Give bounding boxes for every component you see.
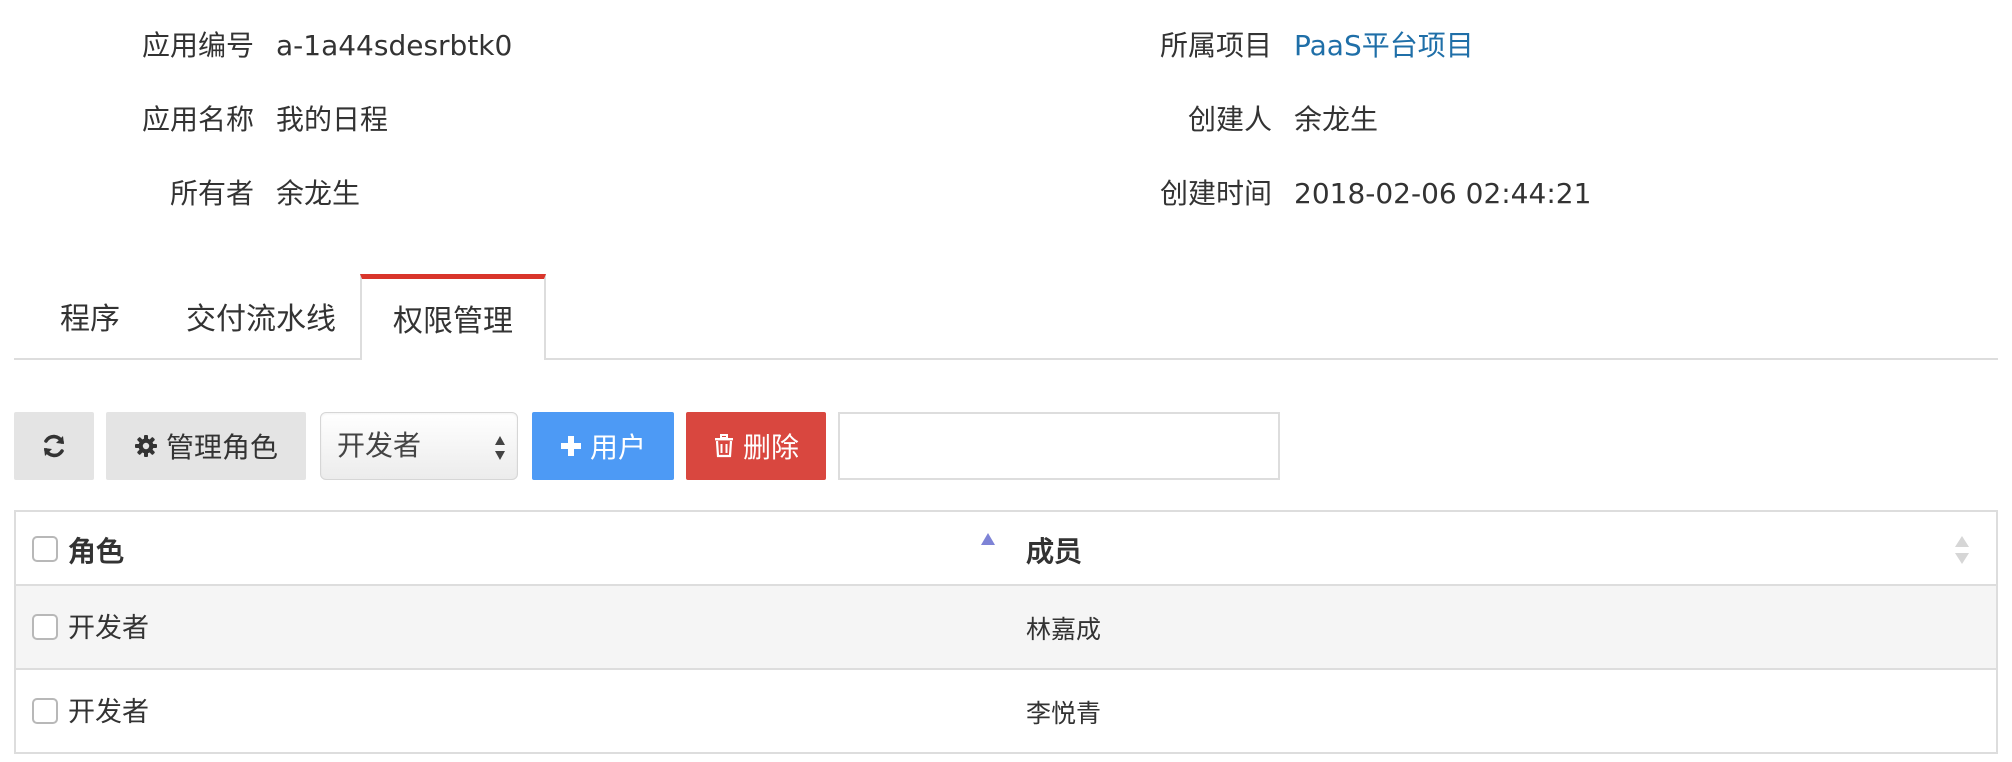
- refresh-button[interactable]: [14, 412, 94, 480]
- delete-button[interactable]: 删除: [686, 412, 826, 480]
- tab-program[interactable]: 程序: [32, 274, 148, 358]
- sort-both-icon[interactable]: [1954, 534, 1970, 566]
- row-checkbox[interactable]: [32, 698, 58, 724]
- app-name-label: 应用名称: [141, 103, 254, 136]
- column-header-role[interactable]: 角色: [68, 530, 124, 570]
- role-member-table: 角色 成员 开发者 林嘉成 开发者 李悦青: [14, 510, 1998, 754]
- owner-label: 所有者: [169, 177, 254, 210]
- select-arrows-icon: [495, 436, 505, 460]
- role-cell: 开发者: [68, 697, 149, 728]
- refresh-icon: [44, 434, 64, 458]
- role-select[interactable]: 开发者: [320, 412, 518, 480]
- member-cell: 林嘉成: [1026, 615, 1102, 644]
- tab-delivery-pipeline[interactable]: 交付流水线: [166, 274, 356, 358]
- created-at-label: 创建时间: [1159, 177, 1272, 210]
- search-input[interactable]: [838, 412, 1280, 480]
- table-header: 角色 成员: [16, 512, 1996, 586]
- member-cell: 李悦青: [1026, 699, 1102, 728]
- role-cell: 开发者: [68, 613, 149, 644]
- manage-roles-button[interactable]: 管理角色: [106, 412, 306, 480]
- app-name-value: 我的日程: [276, 103, 389, 136]
- row-checkbox[interactable]: [32, 614, 58, 640]
- select-all-checkbox[interactable]: [32, 536, 58, 562]
- table-row[interactable]: 开发者 李悦青: [16, 670, 1996, 752]
- project-label: 所属项目: [1159, 29, 1272, 62]
- tab-permission-management[interactable]: 权限管理: [360, 274, 546, 360]
- table-row[interactable]: 开发者 林嘉成: [16, 586, 1996, 670]
- add-user-label: 用户: [589, 431, 646, 464]
- plus-icon: [560, 436, 581, 456]
- add-user-button[interactable]: 用户: [532, 412, 674, 480]
- owner-value: 余龙生: [276, 177, 361, 210]
- creator-label: 创建人: [1187, 103, 1272, 136]
- manage-roles-label: 管理角色: [165, 431, 278, 464]
- sort-asc-icon[interactable]: [980, 532, 996, 546]
- role-select-value: 开发者: [337, 429, 422, 462]
- column-header-member[interactable]: 成员: [1026, 530, 1082, 570]
- tab-bar: 程序 交付流水线 权限管理: [14, 274, 1998, 360]
- created-at-value: 2018-02-06 02:44:21: [1294, 177, 1592, 210]
- creator-value: 余龙生: [1294, 103, 1379, 136]
- project-link[interactable]: PaaS平台项目: [1294, 28, 1474, 64]
- app-id-value: a-1a44sdesrbtk0: [276, 29, 513, 62]
- trash-icon: [714, 434, 733, 458]
- app-id-label: 应用编号: [141, 29, 254, 62]
- gear-icon: [134, 435, 157, 457]
- delete-label: 删除: [742, 431, 799, 464]
